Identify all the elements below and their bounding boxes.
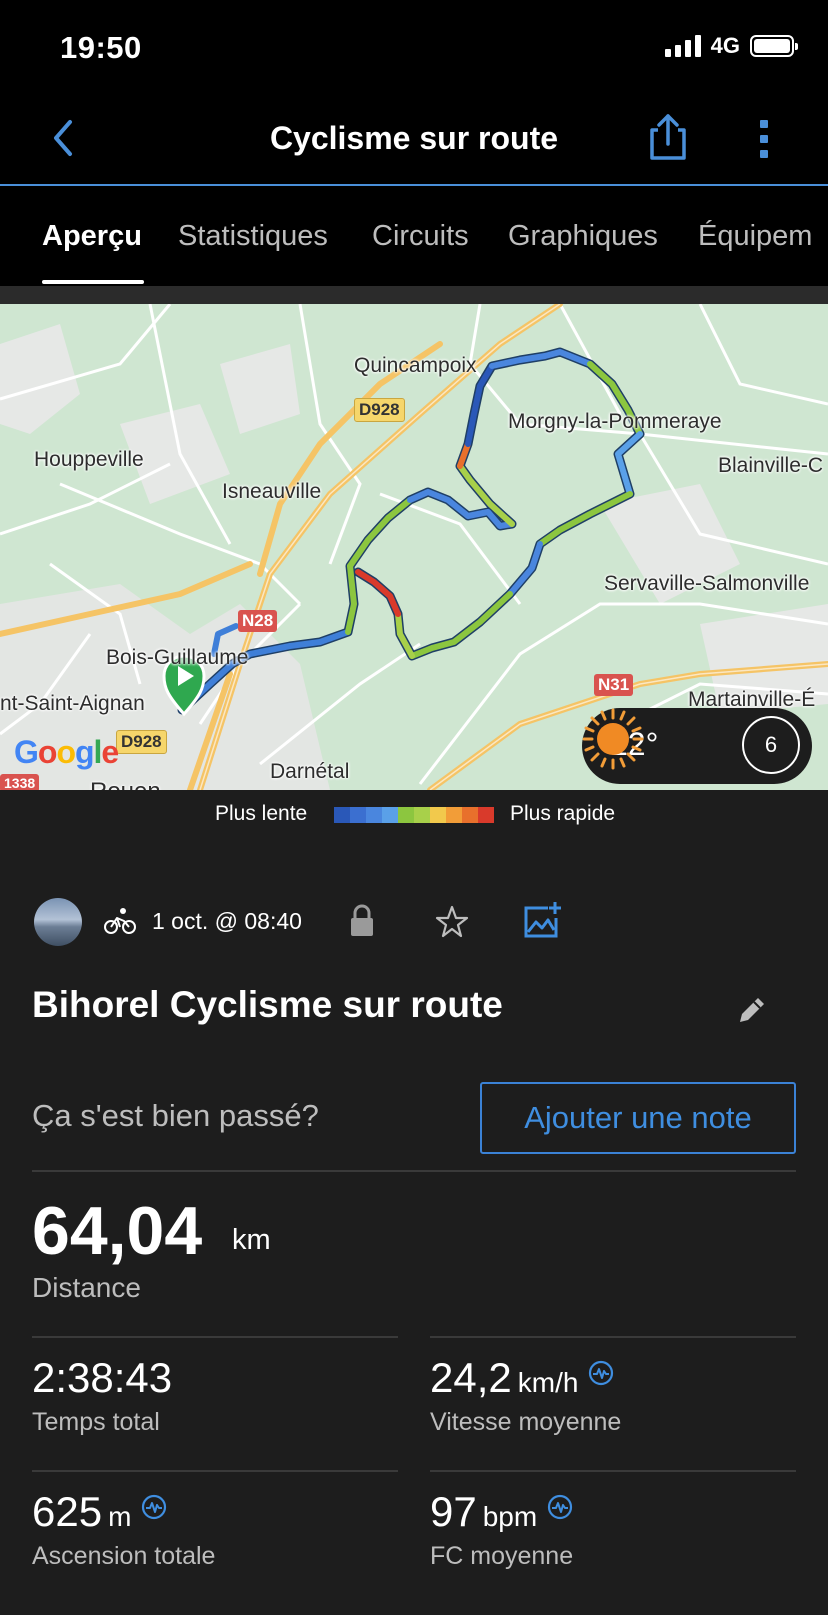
map-place-label: Isneauville — [222, 480, 322, 503]
legend-swatch — [350, 807, 366, 823]
separator-strip — [0, 286, 828, 304]
stat-avg-speed: 24,2 km/h Vitesse moyenne — [430, 1354, 800, 1437]
map-place-label: Quincampoix — [354, 354, 477, 377]
map-place-label: Servaville-Salmonville — [604, 572, 810, 595]
google-logo: Google — [14, 734, 119, 770]
distance-label: Distance — [32, 1272, 141, 1303]
avg-hr-unit: bpm — [482, 1501, 538, 1532]
total-time-value: 2:38:43 — [32, 1354, 173, 1401]
tab-circuits[interactable]: Circuits — [372, 220, 469, 253]
divider — [32, 1336, 398, 1338]
sun-icon — [582, 708, 644, 770]
avg-hr-label: FC moyenne — [430, 1542, 574, 1570]
add-photo-icon[interactable] — [522, 900, 562, 940]
road-shield: N31 — [594, 674, 634, 696]
stat-avg-hr: 97 bpm FC moyenne — [430, 1488, 800, 1571]
stat-ascent: 625 m Ascension totale — [32, 1488, 402, 1571]
network-type: 4G — [710, 33, 740, 58]
bicycle-icon — [104, 908, 136, 934]
map-place-label: Rouen — [90, 778, 161, 790]
map-place-label: Blainville-C — [718, 454, 824, 477]
add-note-button[interactable]: Ajouter une note — [480, 1082, 796, 1154]
total-time-label: Temps total — [32, 1408, 160, 1436]
legend-swatch — [334, 807, 350, 823]
road-shield: D928 — [354, 398, 405, 422]
divider — [430, 1470, 796, 1472]
status-indicators: 4G — [664, 33, 798, 59]
sensor-icon[interactable] — [547, 1494, 573, 1520]
activity-date: 1 oct. @ 08:40 — [152, 908, 302, 934]
status-bar: 19:50 4G — [0, 0, 828, 96]
speed-legend: Plus lente Plus rapide — [0, 790, 828, 840]
activity-meta: 1 oct. @ 08:40 — [34, 896, 794, 946]
avatar[interactable] — [34, 898, 82, 946]
map-place-label: Bois-Guillaume — [106, 646, 249, 669]
avg-speed-label: Vitesse moyenne — [430, 1408, 622, 1436]
edit-pencil-icon[interactable] — [736, 994, 768, 1026]
legend-swatch — [446, 807, 462, 823]
ascent-value: 625 — [32, 1488, 103, 1535]
map-place-label: Morgny-la-Pommeraye — [508, 410, 722, 433]
legend-slow-label: Plus lente — [215, 802, 308, 825]
divider — [430, 1336, 796, 1338]
ascent-unit: m — [108, 1501, 132, 1532]
sensor-icon[interactable] — [588, 1360, 614, 1386]
avg-speed-value: 24,2 — [430, 1354, 512, 1401]
stat-total-time: 2:38:43 Temps total — [32, 1354, 402, 1437]
signal-icon — [664, 35, 701, 57]
legend-swatch — [462, 807, 478, 823]
activity-title: Bihorel Cyclisme sur route — [32, 984, 503, 1025]
feedback-question: Ça s'est bien passé? — [32, 1098, 319, 1133]
tab-apercu[interactable]: Aperçu — [42, 220, 142, 253]
tab-statistiques[interactable]: Statistiques — [178, 220, 328, 253]
page-title: Cyclisme sur route — [269, 120, 559, 156]
avg-speed-unit: km/h — [517, 1367, 579, 1398]
legend-swatch — [414, 807, 430, 823]
legend-fast-label: Plus rapide — [510, 802, 616, 825]
weather-badge[interactable]: 12° 6 — [582, 708, 812, 784]
ascent-label: Ascension totale — [32, 1542, 216, 1570]
star-icon[interactable] — [434, 904, 470, 940]
distance-unit: km — [232, 1224, 271, 1256]
route-map[interactable]: Quincampoix Morgny-la-Pommeraye Houppevi… — [0, 304, 828, 790]
legend-swatch — [430, 807, 446, 823]
tab-graphiques[interactable]: Graphiques — [508, 220, 658, 253]
battery-icon — [750, 35, 798, 57]
avg-hr-value: 97 — [430, 1488, 477, 1535]
map-place-label: Darnétal — [270, 760, 350, 783]
divider — [32, 1470, 398, 1472]
wind-icon: 6 — [742, 716, 800, 774]
legend-swatch — [366, 807, 382, 823]
legend-swatch — [382, 807, 398, 823]
more-vertical-icon[interactable] — [752, 114, 776, 164]
road-shield: 1338 — [0, 774, 40, 790]
nav-bar: Cyclisme sur route — [0, 96, 828, 186]
divider — [32, 1170, 796, 1172]
lock-icon[interactable] — [348, 904, 376, 938]
sensor-icon[interactable] — [141, 1494, 167, 1520]
map-place-label: nt-Saint-Aignan — [0, 692, 145, 715]
road-shield: D928 — [116, 730, 167, 754]
tab-equipement[interactable]: Équipem — [698, 220, 812, 253]
map-place-label: Houppeville — [34, 448, 144, 471]
road-shield: N28 — [238, 610, 278, 632]
legend-gradient-bar — [334, 807, 494, 823]
legend-swatch — [478, 807, 494, 823]
status-time: 19:50 — [60, 30, 142, 65]
active-tab-indicator — [42, 280, 144, 284]
distance-value: 64,04 — [32, 1193, 203, 1269]
share-icon[interactable] — [648, 112, 688, 162]
legend-swatch — [398, 807, 414, 823]
tab-bar: Aperçu Statistiques Circuits Graphiques … — [0, 186, 828, 286]
